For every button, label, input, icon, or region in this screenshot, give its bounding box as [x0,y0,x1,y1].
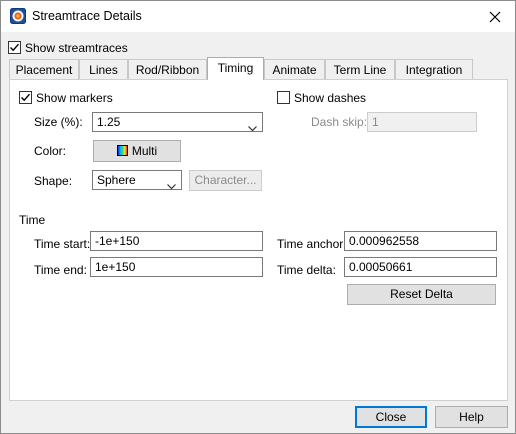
tab-placement-label: Placement [15,63,73,77]
show-streamtraces-checkbox[interactable] [8,41,21,54]
time-delta-input[interactable]: 0.00050661 [344,257,497,277]
color-swatch-icon [116,145,128,156]
window-title: Streamtrace Details [32,9,142,23]
dialog-window: Streamtrace Details Show streamtraces Pl… [0,0,516,434]
shape-label: Shape: [34,174,73,188]
color-multi-button[interactable]: Multi [93,140,181,162]
tab-integration[interactable]: Integration [395,59,473,79]
app-icon [10,8,26,24]
character-button[interactable]: Character... [189,170,262,191]
show-markers-label: Show markers [36,91,113,105]
dash-skip-input[interactable]: 1 [367,112,477,132]
title-bar: Streamtrace Details [1,1,515,32]
time-start-label: Time start: [34,237,91,251]
show-markers-checkbox[interactable] [19,91,32,104]
tab-lines[interactable]: Lines [79,59,128,79]
tab-rod-ribbon-label: Rod/Ribbon [135,63,200,77]
tab-rod-ribbon[interactable]: Rod/Ribbon [128,59,207,79]
size-combobox[interactable]: 1.25 [92,112,263,132]
dash-skip-label: Dash skip: [311,115,368,129]
time-anchor-label: Time anchor: [277,237,347,251]
time-end-label: Time end: [34,263,87,277]
tab-term-line[interactable]: Term Line [325,59,395,79]
color-button-label: Multi [131,144,158,158]
show-dashes-checkbox[interactable] [277,91,290,104]
time-start-input[interactable]: -1e+150 [90,231,263,251]
color-label: Color: [34,144,67,158]
close-button[interactable]: Close [355,406,427,428]
tab-animate-label: Animate [272,63,317,77]
tab-placement[interactable]: Placement [9,59,79,79]
tab-lines-label: Lines [89,63,118,77]
time-section-heading: Time [19,213,46,227]
time-delta-label: Time delta: [277,263,336,277]
reset-delta-button[interactable]: Reset Delta [347,284,496,305]
help-button[interactable]: Help [435,406,508,428]
size-value: 1.25 [97,115,121,129]
time-end-input[interactable]: 1e+150 [90,257,263,277]
close-window-icon[interactable] [475,1,515,32]
tab-integration-label: Integration [405,63,463,77]
tab-animate[interactable]: Animate [264,59,325,79]
tab-timing-label: Timing [217,61,254,75]
shape-value: Sphere [97,173,136,187]
shape-combobox[interactable]: Sphere [92,170,182,190]
tab-term-line-label: Term Line [333,63,387,77]
chevron-down-icon [248,119,257,137]
size-label: Size (%): [34,115,83,129]
show-streamtraces-label: Show streamtraces [25,41,128,55]
tab-timing[interactable]: Timing [207,57,264,80]
show-dashes-label: Show dashes [294,91,367,105]
chevron-down-icon [167,177,176,195]
time-anchor-input[interactable]: 0.000962558 [344,231,497,251]
